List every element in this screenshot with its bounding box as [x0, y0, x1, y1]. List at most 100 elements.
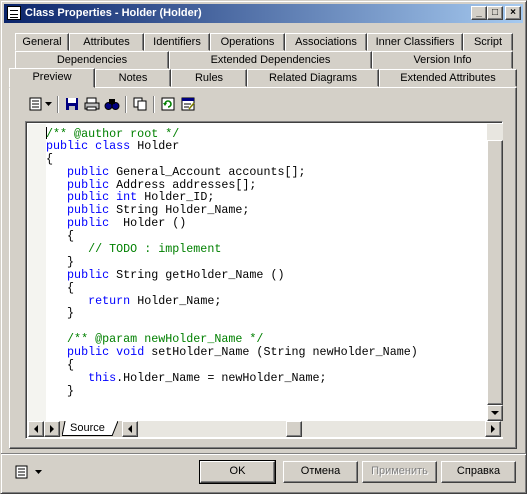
- code-keyword: public: [46, 138, 89, 153]
- class-properties-dialog: Class Properties - Holder (Holder) _ □ ×…: [0, 0, 527, 494]
- editor-bottom-bar: Source: [28, 421, 503, 437]
- tab-scroll-right-button[interactable]: [44, 421, 60, 437]
- tab-script[interactable]: Script: [463, 33, 513, 51]
- save-icon[interactable]: [63, 95, 81, 113]
- code-token: Holder (): [109, 216, 187, 231]
- code-token: {: [46, 280, 75, 295]
- find-icon[interactable]: [103, 95, 121, 113]
- properties-icon[interactable]: [179, 95, 197, 113]
- code-token: General_Account accounts[];: [109, 164, 306, 179]
- tab-inner-classifiers[interactable]: Inner Classifiers: [367, 33, 463, 51]
- print-icon[interactable]: [83, 95, 101, 113]
- code-keyword: public: [67, 267, 110, 282]
- tab-general[interactable]: General: [15, 33, 69, 51]
- dropdown-arrow-icon[interactable]: [43, 95, 53, 113]
- code-keyword: return: [88, 293, 131, 308]
- help-button[interactable]: Справка: [441, 461, 516, 483]
- arrow-right-icon: [50, 425, 54, 433]
- code-keyword: int: [116, 190, 138, 205]
- tab-related-diagrams[interactable]: Related Diagrams: [247, 69, 379, 87]
- tab-scroll-left-button[interactable]: [28, 421, 44, 437]
- code-keyword: public: [67, 203, 110, 218]
- code-token: }: [46, 383, 75, 398]
- vertical-scrollbar[interactable]: [487, 124, 503, 421]
- tab-identifiers[interactable]: Identifiers: [144, 33, 210, 51]
- tab-version-info[interactable]: Version Info: [372, 51, 513, 69]
- code-keyword: void: [116, 345, 145, 360]
- code-preview-editor[interactable]: /** @author root */public class Holder{ …: [25, 121, 503, 439]
- code-token: }: [46, 254, 75, 269]
- code-token: String getHolder_Name (): [109, 267, 285, 282]
- horizontal-scrollbar[interactable]: [122, 421, 501, 437]
- editor-gutter: [28, 124, 46, 421]
- code-token: {: [46, 229, 75, 244]
- code-line: public class Holder: [46, 138, 487, 153]
- code-token: Address addresses[];: [109, 177, 257, 192]
- code-token: Holder: [130, 138, 180, 153]
- cancel-button[interactable]: Отмена: [283, 461, 358, 483]
- code-token: String Holder_Name;: [109, 203, 250, 218]
- code-keyword: public: [67, 216, 110, 231]
- code-token: setHolder_Name (String newHolder_Name): [144, 345, 418, 360]
- code-line: return Holder_Name;: [46, 293, 487, 308]
- title-bar[interactable]: Class Properties - Holder (Holder) _ □ ×: [4, 4, 523, 23]
- tab-attributes[interactable]: Attributes: [69, 33, 144, 51]
- copy-icon[interactable]: [131, 95, 149, 113]
- code-text-area[interactable]: /** @author root */public class Holder{ …: [46, 124, 487, 421]
- code-line: this.Holder_Name = newHolder_Name;: [46, 370, 487, 385]
- code-line: public String getHolder_Name (): [46, 267, 487, 282]
- vertical-scroll-thumb[interactable]: [487, 140, 503, 405]
- scroll-down-button[interactable]: [487, 405, 503, 421]
- source-tab[interactable]: Source: [62, 421, 118, 436]
- code-line: public Holder (): [46, 217, 487, 230]
- minimize-button[interactable]: _: [471, 6, 487, 20]
- tab-extended-attributes[interactable]: Extended Attributes: [379, 69, 517, 87]
- code-token: .Holder_Name = newHolder_Name;: [116, 370, 327, 385]
- horizontal-scroll-thumb[interactable]: [286, 421, 302, 437]
- code-keyword: public: [67, 177, 110, 192]
- code-comment: // TODO : implement: [88, 242, 222, 257]
- code-line: // TODO : implement: [46, 243, 487, 256]
- code-token: }: [46, 306, 75, 321]
- list-menu-icon: [15, 465, 28, 479]
- dialog-icon: [7, 6, 21, 20]
- refresh-icon[interactable]: [159, 95, 177, 113]
- code-keyword: public: [67, 345, 110, 360]
- code-line: }: [46, 383, 487, 398]
- dialog-divider: [1, 453, 526, 455]
- code-keyword: public: [67, 190, 110, 205]
- maximize-button[interactable]: □: [487, 6, 503, 20]
- arrow-down-icon: [491, 411, 499, 415]
- tab-dependencies[interactable]: Dependencies: [15, 51, 169, 69]
- code-token: Holder_ID;: [137, 190, 215, 205]
- tab-preview[interactable]: Preview: [9, 68, 95, 88]
- window-title: Class Properties - Holder (Holder): [25, 7, 202, 19]
- tab-rules[interactable]: Rules: [171, 69, 247, 87]
- dialog-menu-button[interactable]: [15, 463, 51, 481]
- toolbar-separator: [153, 96, 155, 113]
- close-button[interactable]: ×: [505, 6, 521, 20]
- tab-notes[interactable]: Notes: [95, 69, 171, 87]
- code-comment: /** @param newHolder_Name */: [67, 332, 264, 347]
- apply-button[interactable]: Применить: [362, 461, 437, 483]
- code-line: public void setHolder_Name (String newHo…: [46, 346, 487, 359]
- scroll-right-button[interactable]: [485, 421, 501, 437]
- arrow-right-icon: [491, 425, 495, 433]
- code-token: Holder_Name;: [130, 293, 222, 308]
- arrow-left-icon: [34, 425, 38, 433]
- code-token: {: [46, 358, 75, 373]
- ok-button[interactable]: OK: [199, 460, 276, 484]
- tab-associations[interactable]: Associations: [285, 33, 367, 51]
- toolbar-separator: [125, 96, 127, 113]
- tab-extended-dependencies[interactable]: Extended Dependencies: [169, 51, 372, 69]
- scroll-left-button[interactable]: [122, 421, 138, 437]
- tab-operations[interactable]: Operations: [210, 33, 285, 51]
